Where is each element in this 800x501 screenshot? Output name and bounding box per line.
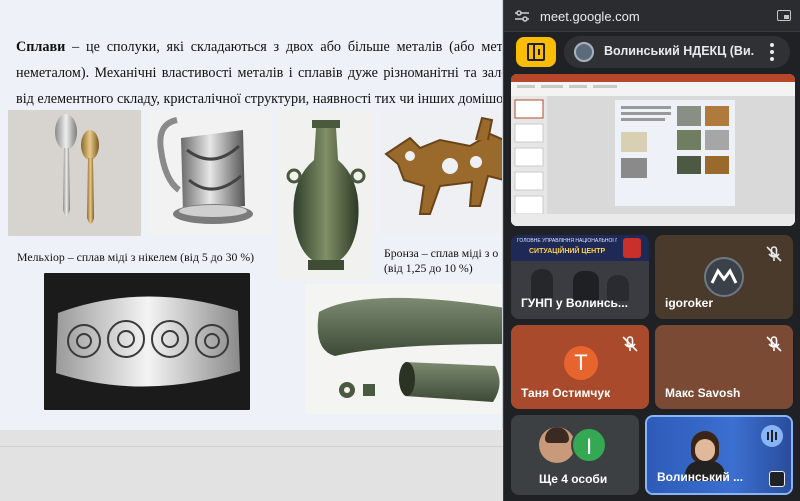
participant-name: ГУНП у Волинсь...	[521, 296, 628, 310]
meet-url: meet.google.com	[540, 9, 640, 24]
bronze-caption-line2: (від 1,25 до 10 %)	[384, 261, 473, 275]
participant-avatar: І	[571, 427, 607, 463]
participant-avatar: Т	[564, 346, 598, 380]
participant-tile-more-people[interactable]: І Ще 4 особи	[511, 415, 639, 495]
host-controls-icon	[527, 43, 545, 61]
slide-paragraph: Сплави – це сполуки, які складаються з д…	[16, 34, 503, 112]
bronze-caption-line1: Бронза – сплав міді з о	[384, 246, 499, 260]
melchior-caption: Мельхіор – сплав міді з нікелем (від 5 д…	[17, 250, 255, 264]
meeting-info-chip[interactable]: Волинський НДЕКЦ (Ви...	[564, 36, 790, 68]
meet-popup-window[interactable]: meet.google.com Волинський НДЕКЦ (Ви...	[503, 0, 800, 501]
police-emblem	[623, 238, 641, 258]
filigree-bracelet-photo	[44, 273, 250, 410]
participant-name: Волинський ...	[657, 470, 744, 484]
popout-icon[interactable]	[769, 471, 785, 487]
audio-level-indicator	[761, 425, 783, 447]
alloy-term: Сплави	[16, 39, 66, 55]
shared-screen-tile[interactable]	[511, 74, 795, 226]
mic-off-icon	[766, 246, 782, 262]
bronze-vase-photo	[278, 110, 374, 280]
site-settings-icon[interactable]	[514, 9, 530, 23]
participant-figure	[531, 269, 553, 299]
participant-tile-self[interactable]: Волинський ...	[645, 415, 793, 495]
participant-tile-gunp[interactable]: ГОЛОВНЕ УПРАВЛІННЯ НАЦІОНАЛЬНОЇ ПОЛІЦІЇ …	[511, 235, 649, 319]
meeting-avatar	[574, 42, 594, 62]
picture-in-picture-icon[interactable]	[777, 10, 791, 21]
host-controls-button[interactable]	[516, 37, 556, 67]
bronze-axe-photo	[305, 284, 502, 414]
participant-tile-maks[interactable]: Макс Savosh	[655, 325, 793, 409]
desktop-area	[0, 430, 503, 501]
participant-avatar-photo	[539, 427, 575, 463]
participant-tile-tanya[interactable]: Т Таня Остимчук	[511, 325, 649, 409]
participant-name: igoroker	[665, 296, 714, 310]
more-options-icon[interactable]	[762, 42, 782, 62]
alloy-definition: – це сполуки, які складаються з двох або…	[16, 39, 503, 107]
banner-subtitle: СИТУАЦІЙНИЙ ЦЕНТР	[529, 248, 606, 255]
participant-name: Таня Остимчук	[521, 386, 611, 400]
more-participants-label: Ще 4 особи	[539, 472, 608, 486]
participant-tile-igoroker[interactable]: igoroker	[655, 235, 793, 319]
participant-avatar	[704, 257, 744, 297]
bronze-horse-photo	[380, 110, 502, 236]
banner-title: ГОЛОВНЕ УПРАВЛІННЯ НАЦІОНАЛЬНОЇ ПОЛІЦІЇ …	[517, 238, 617, 244]
mic-off-icon	[766, 336, 782, 352]
tea-glass-holder-photo	[147, 110, 271, 236]
mic-off-icon	[622, 336, 638, 352]
logo-icon	[710, 268, 738, 284]
presentation-slide: Сплави – це сполуки, які складаються з д…	[0, 0, 503, 430]
meeting-name: Волинський НДЕКЦ (Ви...	[604, 44, 754, 58]
spoons-photo	[8, 110, 141, 236]
meet-url-bar[interactable]: meet.google.com	[504, 0, 800, 32]
meet-header: Волинський НДЕКЦ (Ви...	[504, 33, 800, 69]
shared-presentation-preview	[511, 74, 795, 226]
participant-name: Макс Savosh	[665, 386, 741, 400]
